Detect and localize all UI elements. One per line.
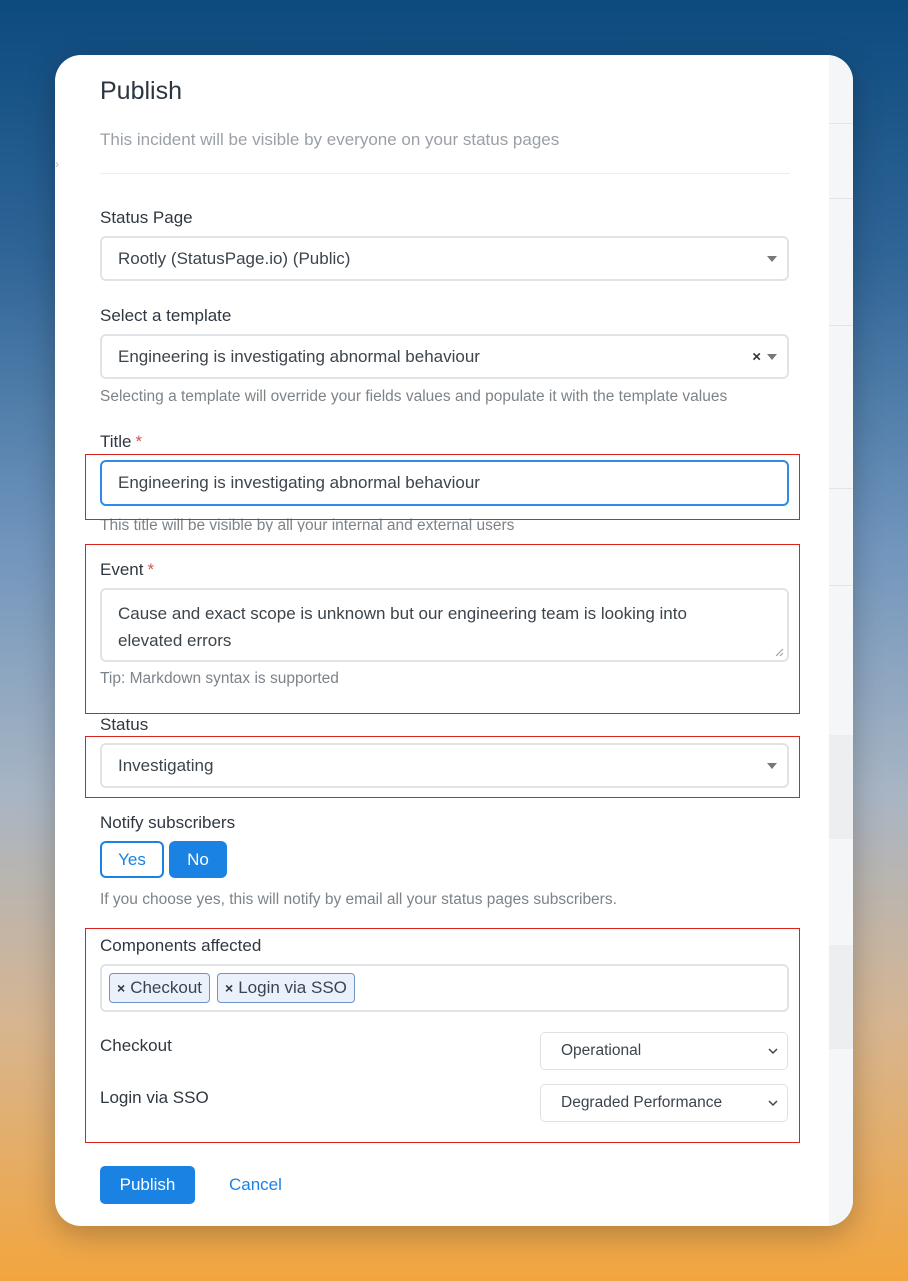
chevron-down-icon xyxy=(768,1048,778,1055)
status-page-select[interactable]: Rootly (StatusPage.io) (Public) xyxy=(100,236,789,281)
resize-grip-icon[interactable] xyxy=(775,648,784,657)
status-select[interactable]: Investigating xyxy=(100,743,789,788)
background-panel-edge xyxy=(829,55,853,1226)
template-label: Select a template xyxy=(100,306,232,325)
notify-no-button[interactable]: No xyxy=(169,841,227,878)
notify-help: If you choose yes, this will notify by e… xyxy=(100,891,617,908)
title-value: Engineering is investigating abnormal be… xyxy=(118,473,480,492)
component-tag-label: Checkout xyxy=(130,978,203,997)
remove-tag-icon[interactable]: × xyxy=(225,980,233,996)
notify-yes-button[interactable]: Yes xyxy=(100,841,164,878)
modal-title: Publish xyxy=(100,77,182,105)
component-status-value: Degraded Performance xyxy=(561,1094,723,1111)
clear-icon[interactable]: × xyxy=(752,348,761,365)
component-tag-label: Login via SSO xyxy=(238,978,347,997)
components-label: Components affected xyxy=(100,936,262,955)
event-value: Cause and exact scope is unknown but our… xyxy=(118,604,687,650)
event-label: Event * xyxy=(100,560,154,580)
status-page-label: Status Page xyxy=(100,208,193,227)
background-fragment: › xyxy=(55,157,59,171)
publish-button[interactable]: Publish xyxy=(100,1166,195,1204)
status-label: Status xyxy=(100,715,149,734)
event-textarea[interactable]: Cause and exact scope is unknown but our… xyxy=(100,588,789,662)
required-mark: * xyxy=(147,560,155,579)
component-row-name: Checkout xyxy=(100,1036,172,1055)
component-status-select[interactable]: Degraded Performance xyxy=(540,1084,788,1122)
event-label-text: Event xyxy=(100,560,144,579)
notify-label: Notify subscribers xyxy=(100,813,236,832)
dropdown-caret-icon xyxy=(767,762,777,769)
dropdown-caret-icon xyxy=(767,353,777,360)
template-select[interactable]: Engineering is investigating abnormal be… xyxy=(100,334,789,379)
component-tag[interactable]: × Checkout xyxy=(109,973,211,1003)
title-label: Title * xyxy=(100,432,142,452)
divider xyxy=(100,173,790,174)
component-status-select[interactable]: Operational xyxy=(540,1032,788,1070)
title-label-text: Title xyxy=(100,432,132,451)
required-mark: * xyxy=(135,432,143,451)
component-status-value: Operational xyxy=(561,1042,642,1059)
event-help: Tip: Markdown syntax is supported xyxy=(100,670,339,687)
template-help: Selecting a template will override your … xyxy=(100,388,728,405)
title-input[interactable]: Engineering is investigating abnormal be… xyxy=(100,460,789,506)
modal-subtitle: This incident will be visible by everyon… xyxy=(100,130,560,149)
status-value: Investigating xyxy=(118,755,214,775)
template-value: Engineering is investigating abnormal be… xyxy=(118,346,480,366)
component-row-name: Login via SSO xyxy=(100,1088,209,1107)
dropdown-caret-icon xyxy=(767,255,777,262)
title-help: This title will be visible by all your i… xyxy=(100,517,515,532)
chevron-down-icon xyxy=(768,1100,778,1107)
publish-modal: › Publish This incident will be visible … xyxy=(55,55,853,1226)
remove-tag-icon[interactable]: × xyxy=(117,980,125,996)
status-page-value: Rootly (StatusPage.io) (Public) xyxy=(118,248,351,268)
component-tag[interactable]: × Login via SSO xyxy=(217,973,355,1003)
components-multiselect[interactable]: × Checkout × Login via SSO xyxy=(100,964,789,1012)
cancel-button[interactable]: Cancel xyxy=(229,1166,282,1204)
